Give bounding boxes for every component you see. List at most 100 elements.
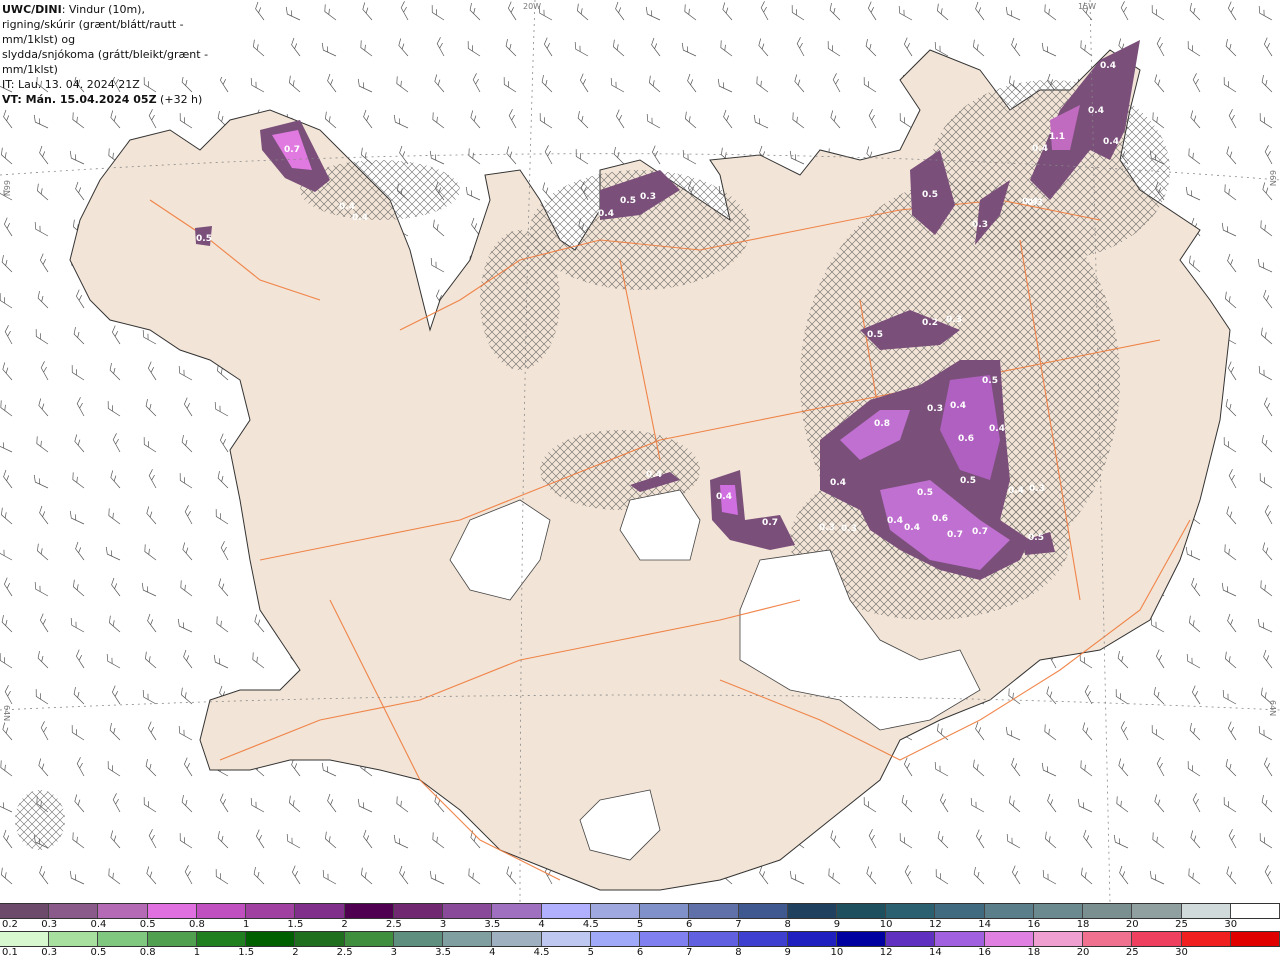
rain-scale-swatches [0,931,1280,947]
scale-swatch [541,904,591,918]
scale-tick-label: 0.2 [2,919,18,930]
scale-swatch [1181,932,1231,946]
scale-tick-label: 0.3 [41,919,58,930]
precip-value-label: 0.7 [762,518,778,528]
precip-value-label: 0.6 [958,434,974,444]
precip-value-label: 0.5 [960,476,976,486]
issue-time: IT: Lau. 13. 04. 2024 21Z [2,78,140,91]
precip-value-label: 0.6 [932,514,948,524]
scale-swatch [886,904,936,918]
scale-tick-label: 2 [292,947,299,958]
scale-tick-label: 4.5 [533,947,550,958]
scale-swatch [49,904,99,918]
scale-tick-label: 2.5 [385,919,402,930]
scale-swatch [246,904,296,918]
scale-tick-label: 7 [735,919,742,930]
scale-swatch [0,932,50,946]
scale-tick-label: 3.5 [484,919,501,930]
lat-label-right-upper: 66N [1268,170,1277,186]
scale-swatch [443,904,493,918]
scale-tick-label: 1.5 [238,947,255,958]
scale-tick-label: 14 [929,947,942,958]
precip-value-label: 0.4 [646,470,662,480]
scale-tick-label: 10 [830,947,844,958]
scale-swatch [295,904,345,918]
lat-label-left-upper: 66N [2,180,11,196]
precip-value-label: 0.4 [887,516,903,526]
scale-swatch [541,932,591,946]
scale-swatch [344,932,394,946]
scale-swatch [787,932,837,946]
scale-swatch [393,904,444,918]
precip-value-label: 0.4 [339,202,355,212]
lat-label-right-lower: 64N [1268,700,1277,716]
precip-value-label: 0.4 [716,492,732,502]
scale-tick-label: 6 [686,919,693,930]
scale-swatch [1181,904,1231,918]
precip-value-label: 0.5 [1028,533,1044,543]
snow-color-scale: 0.2 0.3 0.4 0.5 0.8 1 1.5 2 2.5 3 3.5 4 4.5 5 6 7 8 9 10 12… [0,903,1280,933]
precip-value-label: 0.4 [598,209,614,219]
title-line-1: UWC/DINI: Vindur (10m), [2,2,238,17]
scale-swatch [1132,932,1182,946]
title-line-2: rigning/skúrir (grænt/blátt/rautt - mm/1… [2,18,184,46]
scale-tick-label: 1.5 [287,919,304,930]
scale-swatch [443,932,493,946]
scale-tick-label: 25 [1125,947,1139,958]
precip-value-label: 0.3 [640,192,656,202]
scale-tick-label: 0.8 [139,947,156,958]
precip-value-label: 0.4 [950,401,966,411]
scale-swatch [147,904,197,918]
scale-swatch [836,904,887,918]
scale-tick-label: 5 [587,947,594,958]
scale-tick-label: 18 [1076,919,1090,930]
scale-swatch [640,932,690,946]
precip-value-label: 0.4 [1100,61,1116,71]
scale-tick-label: 9 [833,919,841,930]
scale-swatch [886,932,936,946]
scale-swatch [49,932,99,946]
scale-tick-label: 2.5 [336,947,353,958]
scale-swatch [590,904,641,918]
precip-value-label: 0.4 [352,213,368,223]
scale-swatch [738,904,788,918]
scale-tick-label: 3.5 [435,947,452,958]
precip-value-label: 0.4 [1103,137,1119,147]
precip-value-label: 0.3 [1029,484,1045,494]
precip-value-label: 0.4 [830,478,846,488]
scale-swatch [98,932,148,946]
scale-swatch [836,932,887,946]
precip-value-label: 0.7 [947,530,963,540]
precip-value-label: 0.8 [874,419,890,429]
scale-swatch [689,932,739,946]
scale-swatch [1132,904,1182,918]
precip-value-label: 0.5 [917,488,933,498]
scale-swatch [689,904,739,918]
scale-tick-label: 25 [1175,919,1188,930]
precip-value-label: 0.3 [841,524,857,534]
scale-tick-label: 20 [1125,919,1139,930]
scale-swatch [984,904,1034,918]
scale-tick-label: 3 [390,947,398,958]
precip-value-label: 0.5 [867,330,883,340]
scale-swatch [344,904,394,918]
precip-value-label: 1.1 [1049,132,1065,142]
lon-label-20w: 20W [523,2,541,11]
scale-swatch [935,932,985,946]
valid-time: VT: Mán. 15.04.2024 05Z (+32 h) [2,92,238,107]
scale-tick-label: 0.4 [90,919,107,930]
valid-time-label: VT: Mán. 15.04.2024 05Z [2,93,157,106]
scale-tick-label: 4 [538,919,545,930]
scale-swatch [196,904,247,918]
scale-tick-label: 0.8 [188,919,205,930]
scale-swatch [98,904,148,918]
scale-tick-label: 0.1 [2,947,18,958]
scale-tick-label: 3 [439,919,447,930]
scale-swatch [246,932,296,946]
scale-tick-label: 30 [1175,947,1188,958]
scale-tick-label: 20 [1076,947,1090,958]
scale-swatch [590,932,641,946]
scale-tick-label: 16 [1027,919,1041,930]
lat-label-left-lower: 64N [2,705,11,721]
lon-label-15w: 15W [1078,2,1096,11]
